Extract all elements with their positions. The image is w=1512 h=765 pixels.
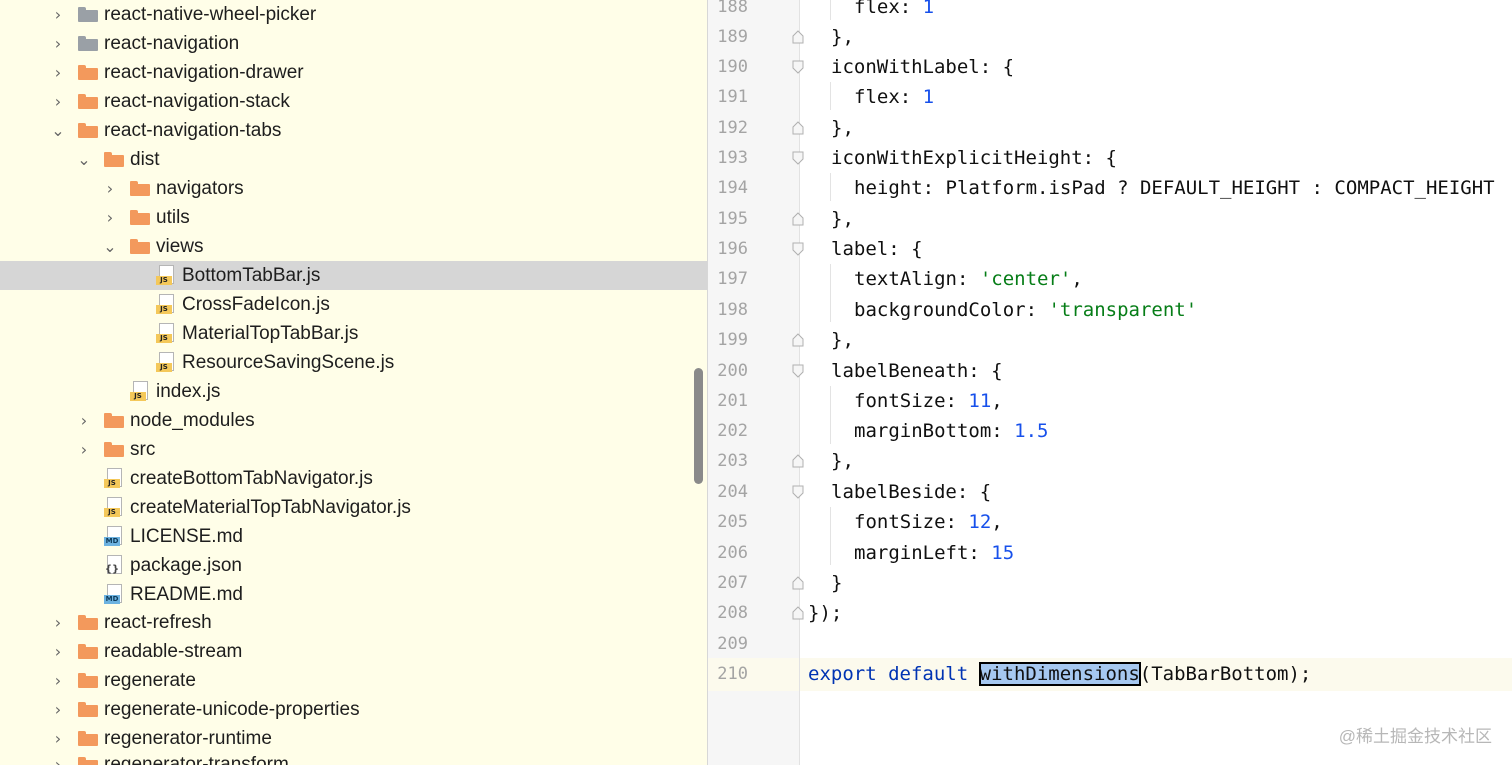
code-text[interactable]: flex: 1 — [854, 0, 934, 22]
tree-item-label: regenerator-transform — [104, 754, 289, 765]
line-number: 202 — [717, 421, 748, 441]
code-text[interactable]: backgroundColor: 'transparent' — [854, 295, 1197, 325]
code-text[interactable]: iconWithExplicitHeight: { — [831, 143, 1117, 173]
line-number: 199 — [717, 330, 748, 350]
line-number: 200 — [717, 361, 748, 381]
code-text[interactable]: fontSize: 12, — [854, 507, 1003, 537]
code-line-205: 205 fontSize: 12, — [0, 507, 1512, 537]
code-line-202: 202 marginBottom: 1.5 — [0, 416, 1512, 446]
line-number: 193 — [717, 148, 748, 168]
line-number: 195 — [717, 209, 748, 229]
code-text[interactable]: labelBeside: { — [831, 477, 991, 507]
folder-icon — [78, 731, 98, 746]
code-text[interactable]: flex: 1 — [854, 82, 934, 112]
tree-item-label: regenerator-runtime — [104, 728, 272, 749]
line-number: 198 — [717, 300, 748, 320]
fold-start-icon[interactable] — [792, 364, 804, 378]
line-number: 197 — [717, 269, 748, 289]
code-text[interactable]: }, — [831, 325, 854, 355]
chevron-right-icon[interactable]: › — [50, 695, 66, 724]
fold-start-icon[interactable] — [792, 485, 804, 499]
line-number: 208 — [717, 603, 748, 623]
code-text[interactable]: } — [831, 568, 842, 598]
fold-start-icon[interactable] — [792, 151, 804, 165]
line-number: 188 — [717, 0, 748, 17]
code-text[interactable]: marginLeft: 15 — [854, 538, 1014, 568]
fold-end-icon[interactable] — [792, 333, 804, 347]
fold-start-icon[interactable] — [792, 60, 804, 74]
code-line-188: 188 flex: 1 — [0, 0, 1512, 22]
code-line-207: 207 } — [0, 568, 1512, 598]
highlighted-word[interactable]: withDimensions — [978, 662, 1141, 686]
code-line-203: 203 }, — [0, 446, 1512, 476]
code-line-209: 209 — [0, 629, 1512, 659]
code-text[interactable]: }, — [831, 204, 854, 234]
code-line-190: 190 iconWithLabel: { — [0, 52, 1512, 82]
code-line-192: 192 }, — [0, 113, 1512, 143]
code-line-193: 193 iconWithExplicitHeight: { — [0, 143, 1512, 173]
fold-end-icon[interactable] — [792, 30, 804, 44]
line-number: 204 — [717, 482, 748, 502]
folder-icon — [78, 702, 98, 717]
code-line-194: 194 height: Platform.isPad ? DEFAULT_HEI… — [0, 173, 1512, 203]
line-number: 194 — [717, 178, 748, 198]
code-line-195: 195 }, — [0, 204, 1512, 234]
code-line-206: 206 marginLeft: 15 — [0, 538, 1512, 568]
code-line-204: 204 labelBeside: { — [0, 477, 1512, 507]
code-text[interactable]: marginBottom: 1.5 — [854, 416, 1048, 446]
line-number: 192 — [717, 118, 748, 138]
tree-item-regenerator-runtime[interactable]: › regenerator-runtime — [0, 724, 707, 753]
code-text[interactable]: iconWithLabel: { — [831, 52, 1014, 82]
code-text[interactable]: fontSize: 11, — [854, 386, 1003, 416]
code-line-199: 199 }, — [0, 325, 1512, 355]
chevron-right-icon[interactable]: › — [50, 724, 66, 753]
code-text[interactable]: }, — [831, 113, 854, 143]
chevron-right-icon[interactable]: › — [50, 750, 66, 765]
code-text[interactable]: }, — [831, 22, 854, 52]
code-line-201: 201 fontSize: 11, — [0, 386, 1512, 416]
tree-item-regenerator-transform[interactable]: › regenerator-transform — [0, 750, 707, 765]
fold-start-icon[interactable] — [792, 242, 804, 256]
code-text[interactable]: height: Platform.isPad ? DEFAULT_HEIGHT … — [854, 173, 1495, 203]
fold-end-icon[interactable] — [792, 212, 804, 226]
code-text[interactable]: textAlign: 'center', — [854, 264, 1083, 294]
tree-item-label: regenerate-unicode-properties — [104, 699, 360, 720]
line-number: 196 — [717, 239, 748, 259]
fold-end-icon[interactable] — [792, 576, 804, 590]
code-line-200: 200 labelBeneath: { — [0, 356, 1512, 386]
code-line-191: 191 flex: 1 — [0, 82, 1512, 112]
code-line-210: 210 export default withDimensions(TabBar… — [0, 659, 1512, 689]
fold-end-icon[interactable] — [792, 454, 804, 468]
line-number: 203 — [717, 451, 748, 471]
line-number: 190 — [717, 57, 748, 77]
line-number: 201 — [717, 391, 748, 411]
code-text[interactable]: label: { — [831, 234, 923, 264]
code-text[interactable]: }); — [808, 598, 842, 628]
fold-end-icon[interactable] — [792, 121, 804, 135]
code-text[interactable]: export default withDimensions(TabBarBott… — [808, 659, 1311, 689]
line-number: 210 — [717, 664, 748, 684]
line-number: 209 — [717, 634, 748, 654]
tree-item-regenerate-unicode-properties[interactable]: › regenerate-unicode-properties — [0, 695, 707, 724]
folder-icon — [78, 757, 98, 765]
line-number: 189 — [717, 27, 748, 47]
code-line-208: 208 }); — [0, 598, 1512, 628]
line-number: 205 — [717, 512, 748, 532]
code-text[interactable]: labelBeneath: { — [831, 356, 1003, 386]
line-number: 206 — [717, 543, 748, 563]
line-number: 207 — [717, 573, 748, 593]
code-line-196: 196 label: { — [0, 234, 1512, 264]
line-number: 191 — [717, 87, 748, 107]
code-line-189: 189 }, — [0, 22, 1512, 52]
watermark: @稀土掘金技术社区 — [1338, 727, 1492, 746]
fold-end-icon[interactable] — [792, 606, 804, 620]
code-line-197: 197 textAlign: 'center', — [0, 264, 1512, 294]
code-line-198: 198 backgroundColor: 'transparent' — [0, 295, 1512, 325]
code-text[interactable]: }, — [831, 446, 854, 476]
